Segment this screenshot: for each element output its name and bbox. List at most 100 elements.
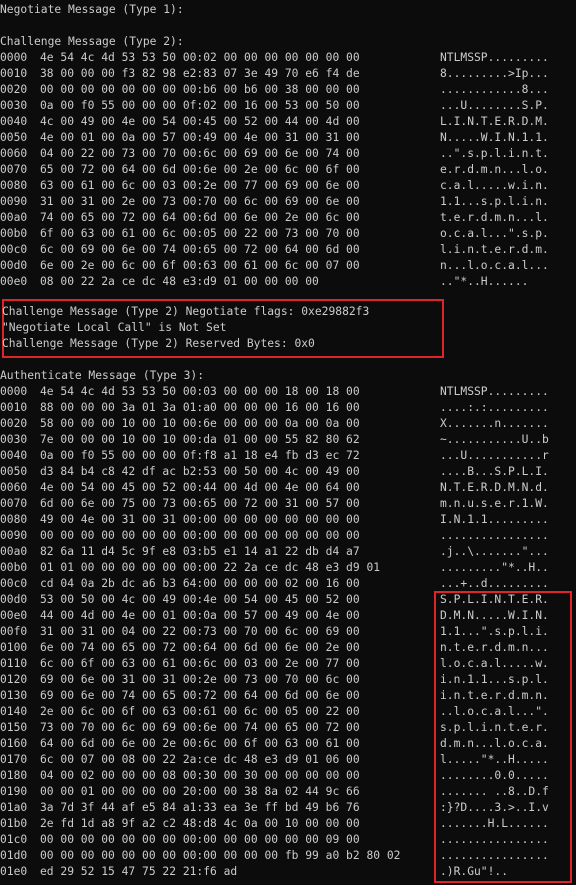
ascii-text: 1.1...s.p.l.i.n. bbox=[440, 195, 549, 208]
hex-bytes: 0a 00 f0 55 00 00 00 0f:02 00 16 00 53 0… bbox=[40, 99, 360, 112]
hex-offset: 01a0 bbox=[0, 801, 28, 814]
hex-offset: 0030 bbox=[0, 433, 28, 446]
local-call-line: "Negotiate Local Call" is Not Set bbox=[2, 321, 227, 334]
ascii-text: ...U........S.P. bbox=[440, 99, 549, 112]
ascii-text: d.m.n...l.o.c.a. bbox=[440, 737, 549, 750]
authenticate-hex-row: 01e0 ed 29 52 15 47 75 22 21:f6 ad .)R.Gu"… bbox=[0, 864, 576, 880]
hex-bytes: 6c 00 69 00 6e 00 74 00:65 00 72 00 64 0… bbox=[40, 243, 360, 256]
challenge-hex-row: 00e0 08 00 22 2a ce dc 48 e3:d9 01 00 00 … bbox=[0, 274, 576, 290]
hex-offset: 01c0 bbox=[0, 833, 28, 846]
hex-offset: 00c0 bbox=[0, 243, 28, 256]
negotiate-message-title: Negotiate Message (Type 1): bbox=[0, 3, 184, 16]
hex-bytes: 2e 00 6c 00 6f 00 63 00:61 00 6c 00 05 0… bbox=[40, 705, 360, 718]
hex-bytes: 0a 00 f0 55 00 00 00 0f:f8 a1 18 e4 fb d… bbox=[40, 449, 360, 462]
hex-bytes: 00 00 00 00 00 00 00 00:00 00 00 00 00 0… bbox=[40, 529, 360, 542]
hex-bytes: 82 6a 11 d4 5c 9f e8 03:b5 e1 14 a1 22 d… bbox=[40, 545, 360, 558]
hex-offset: 00b0 bbox=[0, 227, 28, 240]
ascii-text: m.n.u.s.e.r.1.W. bbox=[440, 497, 549, 510]
authenticate-hex-row: 0180 04 00 02 00 00 00 08 00:30 00 30 00 … bbox=[0, 768, 576, 784]
hex-offset: 0040 bbox=[0, 115, 28, 128]
hex-offset: 00d0 bbox=[0, 259, 28, 272]
hex-bytes: 4e 54 4c 4d 53 53 50 00:03 00 00 00 18 0… bbox=[40, 385, 360, 398]
authenticate-hex-row: 00f0 31 00 31 00 04 00 22 00:73 00 70 00 … bbox=[0, 624, 576, 640]
hex-offset: 0040 bbox=[0, 449, 28, 462]
hex-bytes: 65 00 72 00 64 00 6d 00:6e 00 2e 00 6c 0… bbox=[40, 163, 360, 176]
authenticate-hex-row: 01d0 00 00 00 00 00 00 00 00:00 00 00 00 … bbox=[0, 848, 576, 864]
authenticate-hex-row: 0070 6d 00 6e 00 75 00 73 00:65 00 72 00 … bbox=[0, 496, 576, 512]
hex-bytes: 00 00 00 00 00 00 00 00:00 00 00 00 00 0… bbox=[40, 833, 360, 846]
ascii-text: D.M.N.....W.I.N. bbox=[440, 609, 549, 622]
challenge-hex-row: 0050 4e 00 01 00 0a 00 57 00:49 00 4e 00 … bbox=[0, 130, 576, 146]
authenticate-hex-row: 0050 d3 84 b4 c8 42 df ac b2:53 00 50 00 … bbox=[0, 464, 576, 480]
hex-offset: 00d0 bbox=[0, 593, 28, 606]
ascii-text: i.n.1.1...s.p.l. bbox=[440, 673, 549, 686]
terminal-window[interactable]: Negotiate Message (Type 1): Challenge Me… bbox=[0, 0, 576, 885]
authenticate-hex-row: 0100 6e 00 74 00 65 00 72 00:64 00 6d 00 … bbox=[0, 640, 576, 656]
hex-offset: 0130 bbox=[0, 689, 28, 702]
hex-offset: 00e0 bbox=[0, 275, 28, 288]
authenticate-hex-row: 01c0 00 00 00 00 00 00 00 00:00 00 00 00 … bbox=[0, 832, 576, 848]
hex-offset: 0140 bbox=[0, 705, 28, 718]
challenge-hex-row: 0040 4c 00 49 00 4e 00 54 00:45 00 52 00 … bbox=[0, 114, 576, 130]
ascii-text: 1.1...".s.p.l.i. bbox=[440, 625, 549, 638]
hex-offset: 01b0 bbox=[0, 817, 28, 830]
hex-bytes: 31 00 31 00 04 00 22 00:73 00 70 00 6c 0… bbox=[40, 625, 360, 638]
hex-bytes: 00 00 00 00 00 00 00 00:00 00 00 00 fb 9… bbox=[40, 849, 401, 862]
hex-bytes: 38 00 00 00 f3 82 98 e2:83 07 3e 49 70 e… bbox=[40, 67, 360, 80]
ascii-text: ..".s.p.l.i.n.t. bbox=[440, 147, 549, 160]
hex-offset: 00e0 bbox=[0, 609, 28, 622]
challenge-hex-row: 00b0 6f 00 63 00 61 00 6c 00:05 00 22 00 … bbox=[0, 226, 576, 242]
authenticate-hex-row: 0020 58 00 00 00 10 00 10 00:6e 00 00 00 … bbox=[0, 416, 576, 432]
ascii-text: :}?D....3.>..I.v bbox=[440, 801, 549, 814]
hex-offset: 0090 bbox=[0, 195, 28, 208]
authenticate-hex-row: 00b0 01 01 00 00 00 00 00 00:00 22 2a ce … bbox=[0, 560, 576, 576]
hex-bytes: 04 00 02 00 00 00 08 00:30 00 30 00 00 0… bbox=[40, 769, 360, 782]
ascii-text: o.c.a.l...".s.p. bbox=[440, 227, 549, 240]
ascii-text: N.T.E.R.D.M.N.d. bbox=[440, 481, 549, 494]
hex-bytes: 4e 54 4c 4d 53 53 50 00:02 00 00 00 00 0… bbox=[40, 51, 360, 64]
challenge-hex-row: 0060 04 00 22 00 73 00 70 00:6c 00 69 00 … bbox=[0, 146, 576, 162]
hex-offset: 0190 bbox=[0, 785, 28, 798]
authenticate-hex-row: 0130 69 00 6e 00 74 00 65 00:72 00 64 00 … bbox=[0, 688, 576, 704]
challenge-hex-row: 0030 0a 00 f0 55 00 00 00 0f:02 00 16 00 … bbox=[0, 98, 576, 114]
authenticate-hex-row: 0000 4e 54 4c 4d 53 53 50 00:03 00 00 00 … bbox=[0, 384, 576, 400]
ascii-text: t.e.r.d.m.n...l. bbox=[440, 211, 549, 224]
hex-offset: 00b0 bbox=[0, 561, 28, 574]
hex-bytes: 7e 00 00 00 10 00 10 00:da 01 00 00 55 8… bbox=[40, 433, 360, 446]
authenticate-hex-row: 01a0 3a 7d 3f 44 af e5 84 a1:33 ea 3e ff … bbox=[0, 800, 576, 816]
authenticate-hex-row: 00d0 53 00 50 00 4c 00 49 00:4e 00 54 00 … bbox=[0, 592, 576, 608]
ascii-text: e.r.d.m.n...l.o. bbox=[440, 163, 549, 176]
hex-bytes: 08 00 22 2a ce dc 48 e3:d9 01 00 00 00 0… bbox=[40, 275, 319, 288]
hex-offset: 0070 bbox=[0, 163, 28, 176]
authenticate-hex-row: 0120 69 00 6e 00 31 00 31 00:2e 00 73 00 … bbox=[0, 672, 576, 688]
hex-bytes: 63 00 61 00 6c 00 03 00:2e 00 77 00 69 0… bbox=[40, 179, 360, 192]
hex-offset: 0030 bbox=[0, 99, 28, 112]
hex-offset: 0070 bbox=[0, 497, 28, 510]
hex-offset: 0050 bbox=[0, 465, 28, 478]
hex-bytes: 58 00 00 00 10 00 10 00:6e 00 00 00 0a 0… bbox=[40, 417, 360, 430]
challenge-hex-row: 0010 38 00 00 00 f3 82 98 e2:83 07 3e 49 … bbox=[0, 66, 576, 82]
hex-bytes: 6d 00 6e 00 75 00 73 00:65 00 72 00 31 0… bbox=[40, 497, 360, 510]
challenge-hex-row: 0080 63 00 61 00 6c 00 03 00:2e 00 77 00 … bbox=[0, 178, 576, 194]
ascii-text: ................ bbox=[440, 849, 549, 862]
hex-bytes: 01 01 00 00 00 00 00 00:00 22 2a ce dc 4… bbox=[40, 561, 381, 574]
hex-offset: 00a0 bbox=[0, 211, 28, 224]
challenge-hex-row: 0070 65 00 72 00 64 00 6d 00:6e 00 2e 00 … bbox=[0, 162, 576, 178]
hex-offset: 0150 bbox=[0, 721, 28, 734]
authenticate-hex-row: 0150 73 00 70 00 6c 00 69 00:6e 00 74 00 … bbox=[0, 720, 576, 736]
hex-offset: 0180 bbox=[0, 769, 28, 782]
hex-offset: 0010 bbox=[0, 401, 28, 414]
hex-bytes: 88 00 00 00 3a 01 3a 01:a0 00 00 00 16 0… bbox=[40, 401, 360, 414]
ascii-text: l....."*..H..... bbox=[440, 753, 549, 766]
ascii-text: ....:.:......... bbox=[440, 401, 549, 414]
ascii-text: .j..\......."... bbox=[440, 545, 549, 558]
hex-offset: 01e0 bbox=[0, 865, 28, 878]
ascii-text: c.a.l.....w.i.n. bbox=[440, 179, 549, 192]
ascii-text: l.o.c.a.l.....w. bbox=[440, 657, 549, 670]
hex-offset: 00f0 bbox=[0, 625, 28, 638]
hex-bytes: 04 00 22 00 73 00 70 00:6c 00 69 00 6e 0… bbox=[40, 147, 360, 160]
ascii-text: ................ bbox=[440, 529, 549, 542]
challenge-hex-row: 00a0 74 00 65 00 72 00 64 00:6d 00 6e 00 … bbox=[0, 210, 576, 226]
hex-offset: 0090 bbox=[0, 529, 28, 542]
hex-bytes: 6c 00 6f 00 63 00 61 00:6c 00 03 00 2e 0… bbox=[40, 657, 360, 670]
